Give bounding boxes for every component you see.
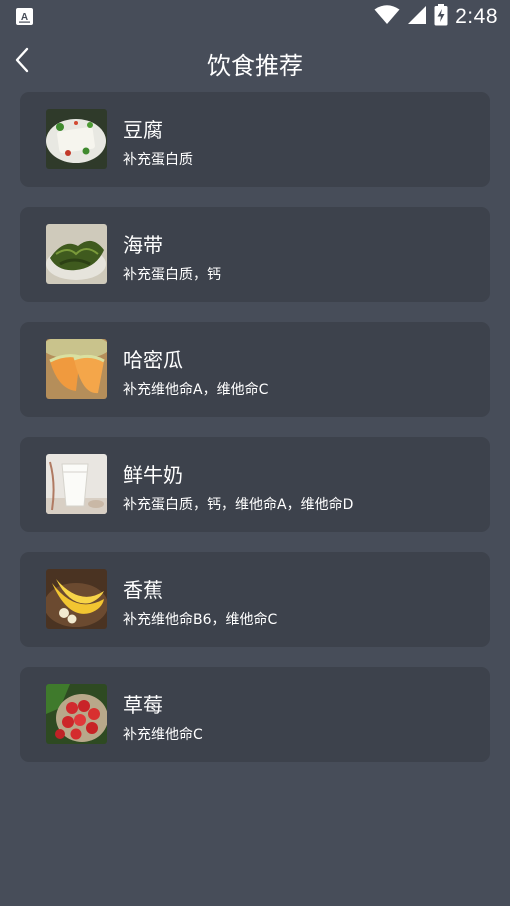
tofu-photo <box>46 109 107 169</box>
food-name: 香蕉 <box>123 578 163 602</box>
wifi-icon <box>374 5 400 29</box>
food-desc: 补充维他命C <box>123 727 203 743</box>
food-card-banana[interactable]: 香蕉 补充维他命B6，维他命C <box>20 552 490 647</box>
notification-a-icon: A <box>16 8 33 25</box>
banana-photo <box>46 569 107 629</box>
cantaloupe-photo <box>46 339 107 399</box>
food-name: 草莓 <box>123 693 163 717</box>
svg-text:A: A <box>21 12 28 23</box>
food-name: 哈密瓜 <box>123 348 183 372</box>
milk-photo <box>46 454 107 514</box>
page-title: 饮食推荐 <box>207 52 303 80</box>
food-name: 海带 <box>123 233 163 257</box>
food-name: 豆腐 <box>123 118 163 142</box>
status-time: 2:48 <box>455 5 498 28</box>
food-desc: 补充蛋白质，钙 <box>123 267 221 283</box>
strawberry-photo <box>46 684 107 744</box>
food-desc: 补充维他命A，维他命C <box>123 382 269 398</box>
food-desc: 补充蛋白质 <box>123 152 193 168</box>
status-icons: 2:48 <box>374 4 498 30</box>
food-card-milk[interactable]: 鲜牛奶 补充蛋白质，钙，维他命A，维他命D <box>20 437 490 532</box>
food-desc: 补充维他命B6，维他命C <box>123 612 278 628</box>
food-list: 豆腐 补充蛋白质 海带 补充蛋白质，钙 哈密瓜 补充维他命A，维他命C 鲜牛奶 … <box>20 92 490 782</box>
app-header: 饮食推荐 <box>0 34 510 90</box>
status-bar: A 2:48 <box>0 0 510 34</box>
food-card-tofu[interactable]: 豆腐 补充蛋白质 <box>20 92 490 187</box>
signal-icon <box>407 5 427 29</box>
food-card-kelp[interactable]: 海带 补充蛋白质，钙 <box>20 207 490 302</box>
food-card-strawberry[interactable]: 草莓 补充维他命C <box>20 667 490 762</box>
food-desc: 补充蛋白质，钙，维他命A，维他命D <box>123 497 354 513</box>
kelp-photo <box>46 224 107 284</box>
food-name: 鲜牛奶 <box>123 463 183 487</box>
food-card-cantaloupe[interactable]: 哈密瓜 补充维他命A，维他命C <box>20 322 490 417</box>
battery-charging-icon <box>434 4 448 30</box>
